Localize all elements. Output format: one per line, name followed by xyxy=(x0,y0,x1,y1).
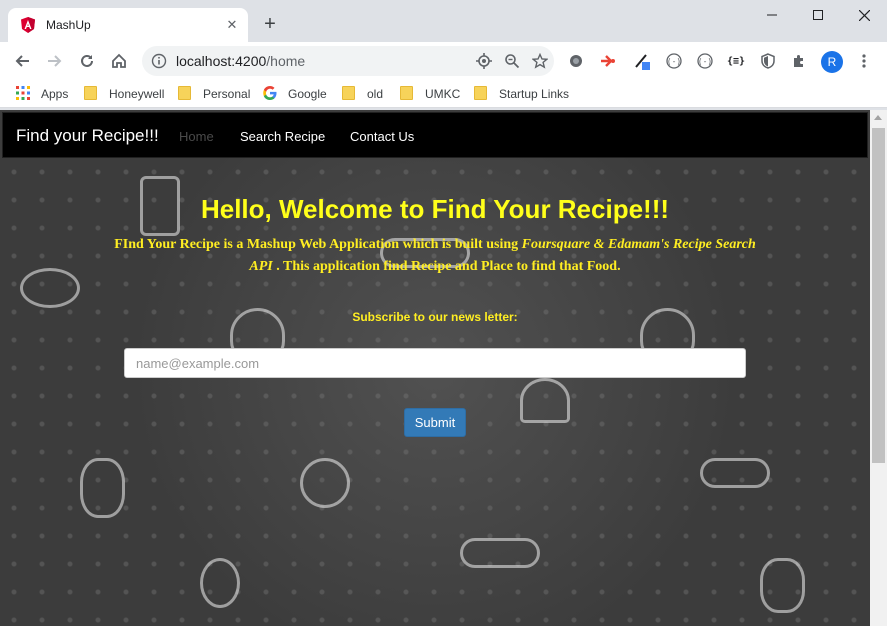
browser-titlebar: MashUp ✕ + xyxy=(0,0,887,42)
profile-avatar[interactable]: R xyxy=(821,51,843,73)
folder-icon xyxy=(342,86,358,102)
address-bar[interactable]: localhost:4200/home xyxy=(142,46,554,76)
bookmark-label: UMKC xyxy=(425,87,461,101)
folder-icon xyxy=(178,86,194,102)
svg-text:(-): (-) xyxy=(698,57,712,66)
chalk-doodle xyxy=(20,268,80,308)
hero-desc-part1: FInd Your Recipe is a Mashup Web Applica… xyxy=(114,237,522,252)
chalk-doodle xyxy=(760,558,805,613)
svg-text:(-): (-) xyxy=(667,57,681,66)
nav-link-home[interactable]: Home xyxy=(179,129,214,144)
folder-icon xyxy=(474,86,490,102)
bookmark-startup-links[interactable]: Startup Links xyxy=(474,83,569,105)
back-icon[interactable] xyxy=(10,49,34,73)
hero-title: Hello, Welcome to Find Your Recipe!!! xyxy=(0,194,870,225)
bookmark-label: old xyxy=(367,87,384,101)
bookmark-label: Apps xyxy=(41,87,69,101)
scroll-thumb[interactable] xyxy=(872,128,885,463)
bookmarks-bar: Apps Honeywell Personal Google old UMKC … xyxy=(0,80,887,108)
url-path: /home xyxy=(266,53,306,69)
chalk-doodle xyxy=(520,378,570,423)
chalk-doodle xyxy=(80,458,125,518)
bookmark-label: Personal xyxy=(203,87,251,101)
home-icon[interactable] xyxy=(107,49,131,73)
bookmark-label: Honeywell xyxy=(109,87,165,101)
site-navbar: Find your Recipe!!! Home Search Recipe C… xyxy=(2,112,868,158)
chalk-doodle xyxy=(460,538,540,568)
bookmark-google[interactable]: Google xyxy=(263,83,327,105)
bookmark-label: Google xyxy=(288,87,327,101)
url-host: localhost:4200 xyxy=(176,53,267,69)
folder-icon xyxy=(400,86,416,102)
new-tab-icon[interactable]: + xyxy=(259,13,281,35)
google-icon xyxy=(263,86,279,102)
bookmark-honeywell[interactable]: Honeywell xyxy=(84,83,164,105)
json-viewer-icon[interactable]: (-) xyxy=(695,51,715,71)
hero-description: FInd Your Recipe is a Mashup Web Applica… xyxy=(110,234,760,278)
hero-title-prefix: Hello, Welcome to xyxy=(200,194,432,224)
bookmark-umkc[interactable]: UMKC xyxy=(400,83,460,105)
reload-icon[interactable] xyxy=(75,49,99,73)
chalk-doodle xyxy=(700,458,770,488)
chalk-doodle xyxy=(300,458,350,508)
window-close-icon[interactable] xyxy=(841,0,887,30)
zoom-icon[interactable] xyxy=(498,47,526,75)
bookmark-label: Startup Links xyxy=(499,87,570,101)
json-formatter-icon[interactable]: (-) xyxy=(664,51,684,71)
email-input[interactable] xyxy=(124,348,746,378)
info-icon[interactable] xyxy=(150,52,168,70)
chalk-doodle xyxy=(200,558,240,608)
location-icon[interactable] xyxy=(470,47,498,75)
folder-icon xyxy=(84,86,100,102)
scroll-up-arrow-icon[interactable] xyxy=(874,115,882,120)
submit-button[interactable]: Submit xyxy=(404,408,466,437)
maximize-icon[interactable] xyxy=(795,0,841,30)
shield-icon[interactable] xyxy=(758,51,778,71)
minimize-icon[interactable] xyxy=(749,0,795,30)
browser-tab[interactable]: MashUp ✕ xyxy=(8,8,248,42)
nav-link-contact-us[interactable]: Contact Us xyxy=(350,129,414,144)
extension-arrow-icon[interactable] xyxy=(598,51,618,71)
hero-desc-part2: . This application find Recipe and Place… xyxy=(272,259,621,274)
apps-grid-icon xyxy=(16,86,32,102)
bookmark-personal[interactable]: Personal xyxy=(178,83,250,105)
browser-toolbar: localhost:4200/home (-) (-) {≡} R xyxy=(0,42,887,80)
food-pattern-background xyxy=(0,158,870,626)
tab-title: MashUp xyxy=(46,18,91,32)
nav-link-search-recipe[interactable]: Search Recipe xyxy=(240,129,325,144)
menu-icon[interactable] xyxy=(854,51,874,71)
forward-icon[interactable] xyxy=(43,49,67,73)
star-icon[interactable] xyxy=(526,47,554,75)
braces-icon[interactable]: {≡} xyxy=(726,51,746,71)
color-picker-icon[interactable] xyxy=(632,51,652,71)
navbar-brand[interactable]: Find your Recipe!!! xyxy=(16,126,159,146)
angular-icon xyxy=(20,17,36,33)
subscribe-label: Subscribe to our news letter: xyxy=(352,310,518,324)
extension-circle-icon[interactable] xyxy=(566,51,586,71)
puzzle-icon[interactable] xyxy=(789,51,809,71)
page-viewport: Find your Recipe!!! Home Search Recipe C… xyxy=(0,110,870,626)
close-tab-icon[interactable]: ✕ xyxy=(222,15,242,35)
hero-title-bold: Find Your Recipe!!! xyxy=(431,194,670,224)
bookmark-apps[interactable]: Apps xyxy=(16,83,68,105)
bookmark-old[interactable]: old xyxy=(342,83,383,105)
page-scrollbar[interactable] xyxy=(870,110,887,626)
url-text: localhost:4200/home xyxy=(176,53,470,69)
